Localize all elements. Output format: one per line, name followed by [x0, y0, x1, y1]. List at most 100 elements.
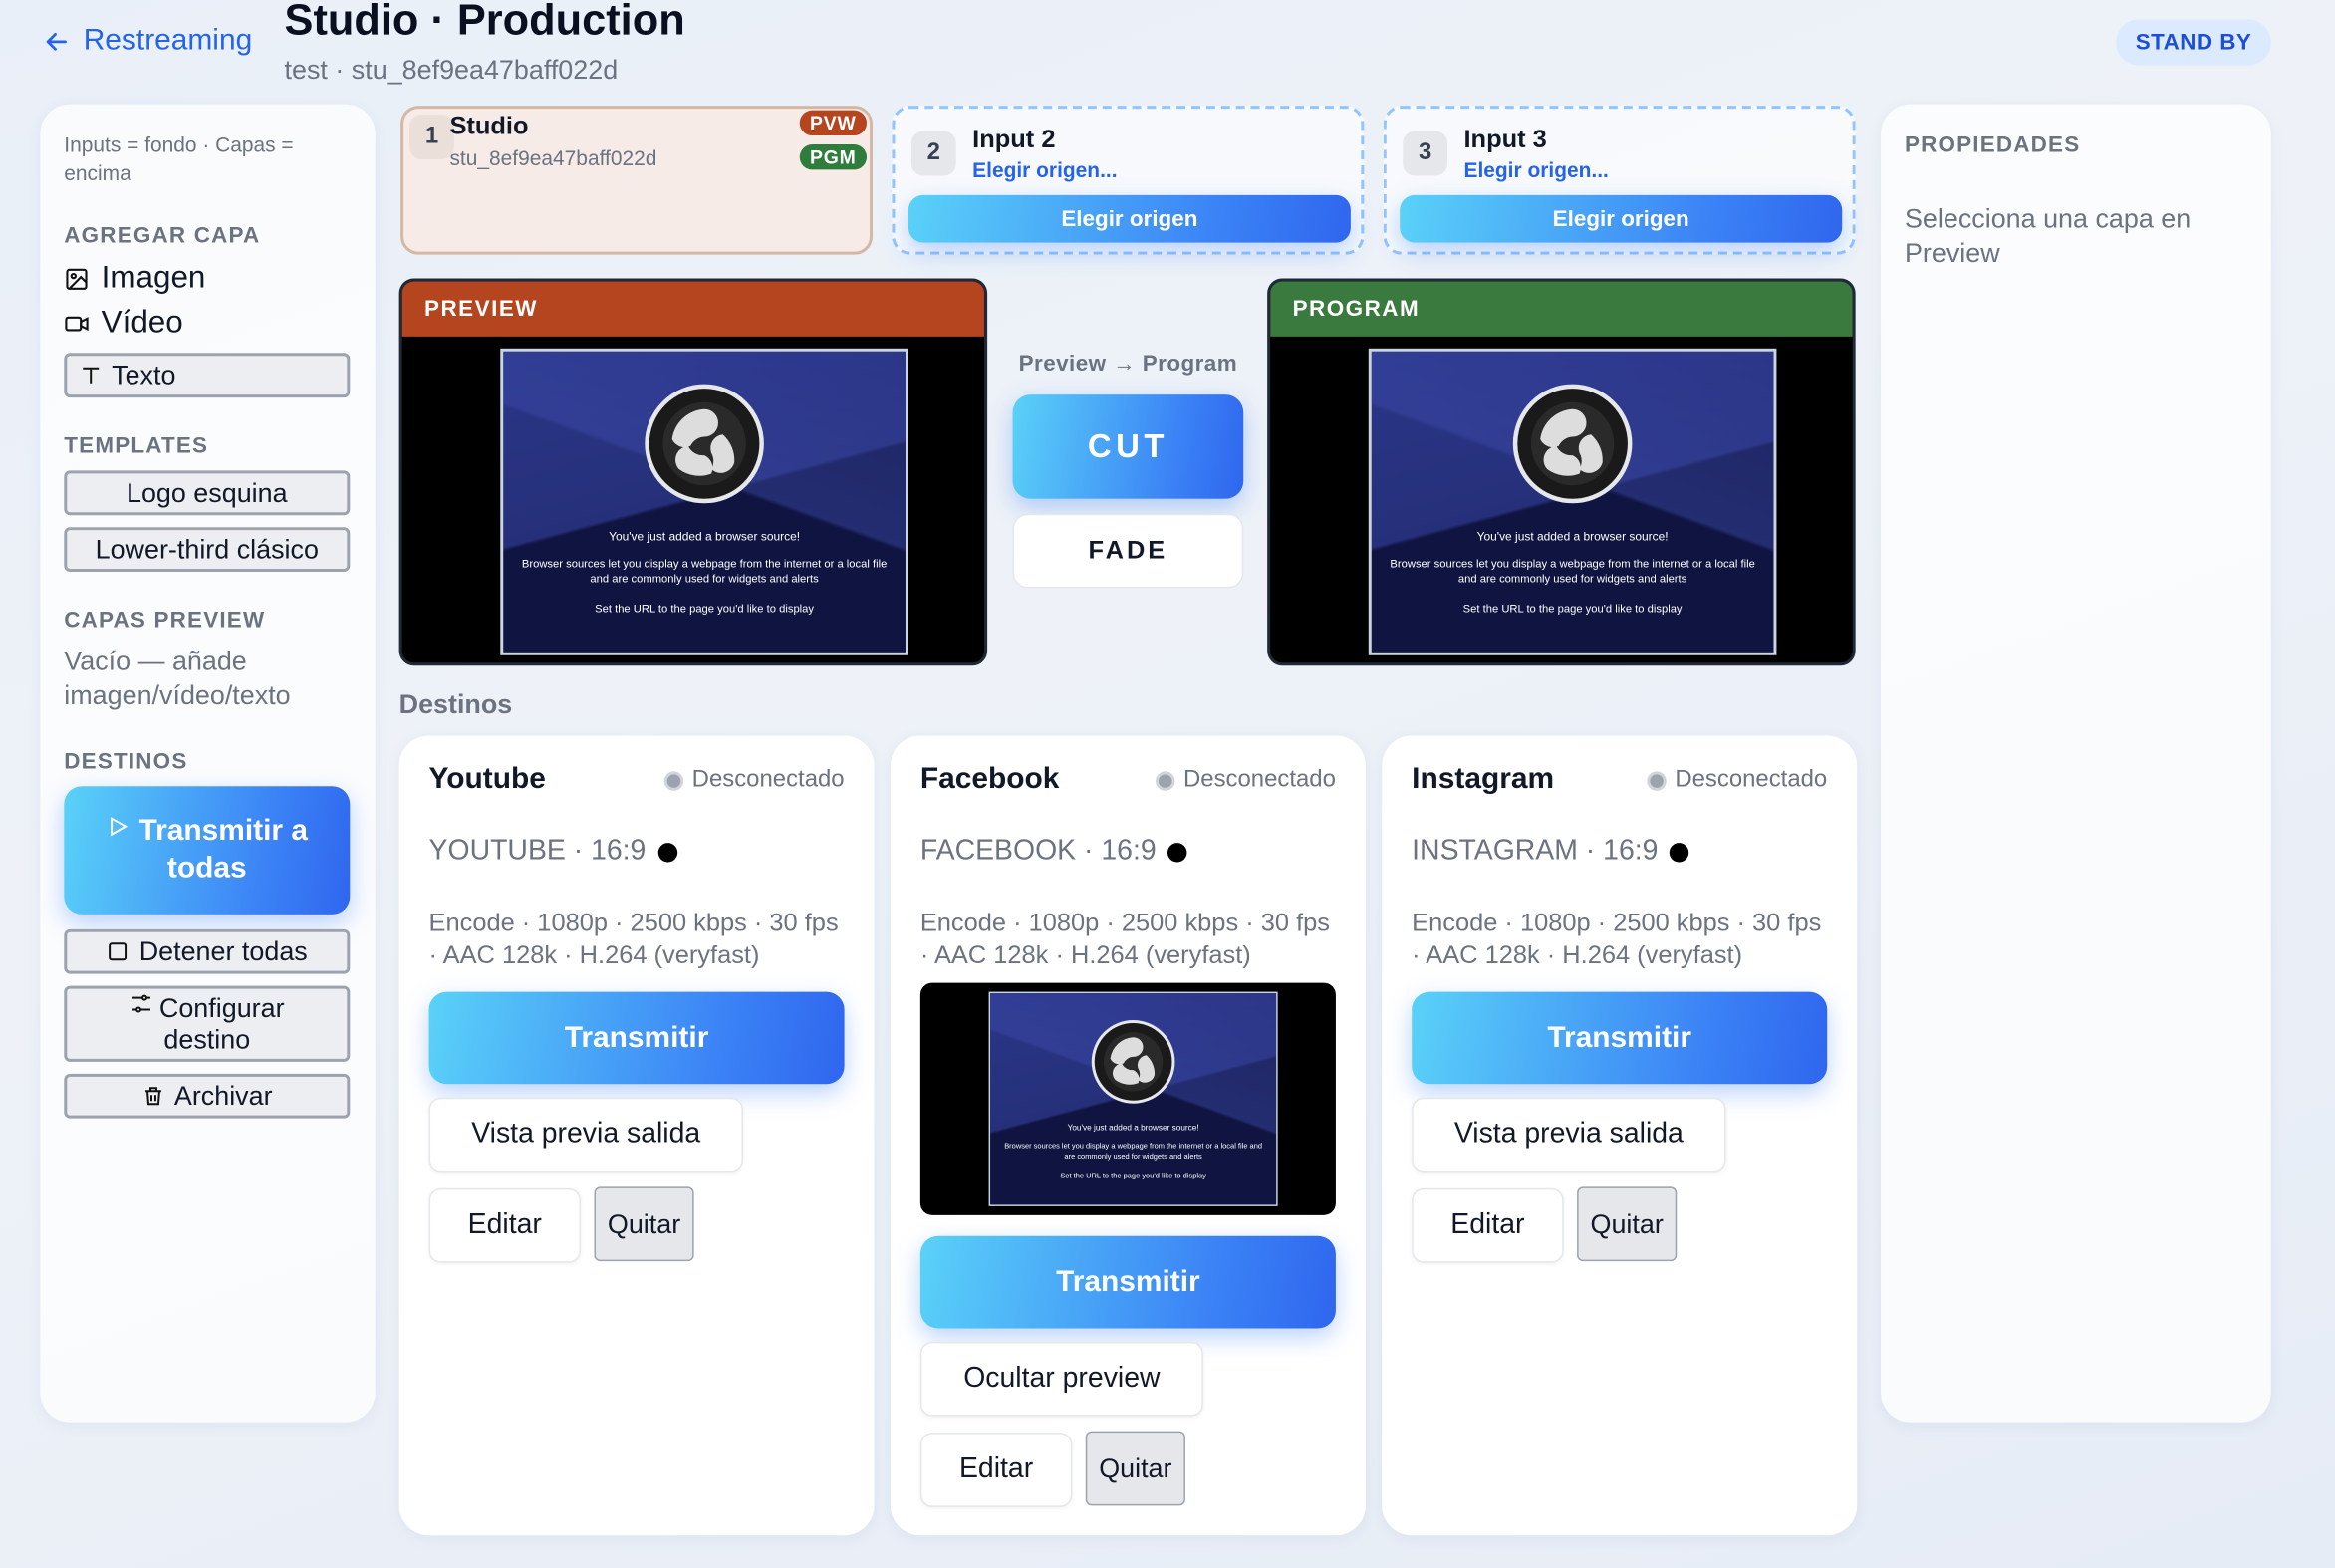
- arrow-left-icon: [46, 32, 67, 50]
- pvw-tag: PVW: [799, 110, 868, 136]
- destination-encode: Encode · 1080p · 2500 kbps · 30 fps · AA…: [1412, 908, 1822, 970]
- output-preview-screen: You've just added a browser source! Brow…: [988, 991, 1278, 1206]
- text-icon: [83, 367, 100, 384]
- program-header: PROGRAM: [1270, 281, 1853, 337]
- program-line-2: Browser sources let you display a webpag…: [1390, 557, 1755, 585]
- properties-empty-text: Selecciona una capa en Preview: [1904, 203, 2192, 269]
- video-icon: [65, 315, 89, 331]
- preview-line-2: Browser sources let you display a webpag…: [521, 557, 888, 585]
- preview-line-3: Set the URL to the page you'd like to di…: [595, 601, 815, 616]
- transmit-button[interactable]: Transmitir: [428, 991, 845, 1085]
- destinations-heading: Destinos: [398, 689, 513, 720]
- app-root: Restreaming Studio · Production test · s…: [0, 0, 2335, 1568]
- archive-label: Archivar: [173, 1080, 273, 1111]
- pgm-tag: PGM: [799, 144, 868, 170]
- destination-format: YOUTUBE · 16:9: [429, 836, 677, 869]
- page-subtitle: test · stu_8ef9ea47baff022d: [284, 55, 619, 86]
- archive-button[interactable]: Archivar: [64, 1073, 351, 1119]
- add-layer-title: AGREGAR CAPA: [64, 223, 261, 249]
- destination-format: INSTAGRAM · 16:9: [1412, 836, 1689, 869]
- obs-logo-icon: [645, 384, 764, 504]
- input-card-2[interactable]: 2 Input 2 Elegir origen... Elegir origen: [892, 106, 1365, 255]
- destination-encode: Encode · 1080p · 2500 kbps · 30 fps · AA…: [919, 908, 1330, 970]
- output-preview-button[interactable]: Vista previa salida: [1412, 1097, 1726, 1173]
- templates-title: TEMPLATES: [64, 433, 209, 459]
- template-logo-button[interactable]: Logo esquina: [64, 470, 351, 516]
- edit-button[interactable]: Editar: [1412, 1187, 1564, 1263]
- color-dot-icon: [1168, 842, 1188, 862]
- fade-button[interactable]: FADE: [1012, 513, 1244, 589]
- broadcast-all-button[interactable]: Transmitir a todas: [64, 786, 351, 915]
- preview-monitor: PREVIEW You've just added a browser sour…: [398, 278, 988, 666]
- back-link[interactable]: Restreaming: [42, 24, 252, 58]
- add-video-label: Vídeo: [101, 305, 183, 340]
- sliders-icon: [131, 994, 150, 1013]
- remove-button[interactable]: Quitar: [1085, 1431, 1185, 1506]
- broadcast-all-label: Transmitir a todas: [97, 813, 317, 888]
- layers-hint: Inputs = fondo · Capas = encima: [64, 132, 294, 185]
- input-card-3[interactable]: 3 Input 3 Elegir origen... Elegir origen: [1383, 106, 1856, 255]
- obs-logo-icon: [1512, 384, 1633, 504]
- choose-source-button[interactable]: Elegir origen: [1400, 194, 1843, 243]
- color-dot-icon: [657, 842, 677, 862]
- preview-line-1: You've just added a browser source!: [609, 530, 801, 544]
- play-icon: [111, 816, 129, 837]
- trash-icon: [144, 1087, 161, 1106]
- destination-encode: Encode · 1080p · 2500 kbps · 30 fps · AA…: [428, 908, 839, 970]
- input-number: 3: [1403, 131, 1448, 176]
- remove-button[interactable]: Quitar: [1577, 1186, 1678, 1262]
- properties-title: PROPIEDADES: [1904, 132, 2081, 158]
- cut-button[interactable]: CUT: [1012, 394, 1244, 499]
- add-video-button[interactable]: Vídeo: [64, 305, 352, 341]
- input-title: Input 2: [972, 125, 1056, 153]
- remove-button[interactable]: Quitar: [594, 1186, 694, 1262]
- stop-all-button[interactable]: Detener todas: [64, 928, 351, 974]
- destination-format: FACEBOOK · 16:9: [920, 836, 1188, 869]
- edit-button[interactable]: Editar: [428, 1187, 582, 1263]
- program-monitor: PROGRAM You've just added a browser sour…: [1267, 278, 1856, 666]
- input-subtitle: stu_8ef9ea47baff022d: [449, 145, 657, 170]
- status-dot-icon: [1646, 770, 1667, 791]
- destination-card-youtube: Youtube Desconectado YOUTUBE · 16:9 Enco…: [398, 735, 875, 1536]
- configure-destination-button[interactable]: Configurar destino: [64, 985, 351, 1062]
- destination-card-facebook: Facebook Desconectado FACEBOOK · 16:9 En…: [890, 735, 1366, 1536]
- destination-name: Facebook: [919, 762, 1060, 796]
- choose-source-link[interactable]: Elegir origen...: [1463, 157, 1608, 181]
- output-line-2: Browser sources let you display a webpag…: [1004, 1142, 1263, 1162]
- transmit-button[interactable]: Transmitir: [1412, 991, 1828, 1085]
- status-badge: STAND BY: [2116, 19, 2271, 66]
- layers-empty-text: Vacío — añade imagen/vídeo/texto: [64, 646, 291, 711]
- square-icon: [109, 942, 128, 961]
- destinations-title: DESTINOS: [64, 748, 188, 775]
- input-number: 1: [409, 115, 454, 159]
- output-preview-button[interactable]: Vista previa salida: [428, 1097, 743, 1173]
- color-dot-icon: [1670, 842, 1689, 862]
- left-sidebar: Inputs = fondo · Capas = encima AGREGAR …: [40, 104, 376, 1423]
- hide-preview-button[interactable]: Ocultar preview: [919, 1341, 1203, 1417]
- program-line-3: Set the URL to the page you'd like to di…: [1462, 601, 1683, 616]
- add-text-button[interactable]: Texto: [64, 353, 351, 398]
- choose-source-button[interactable]: Elegir origen: [908, 194, 1351, 243]
- destination-status: Desconectado: [1646, 767, 1827, 794]
- input-title: Studio: [449, 112, 529, 140]
- output-line-3: Set the URL to the page you'd like to di…: [1060, 1172, 1206, 1181]
- edit-button[interactable]: Editar: [919, 1433, 1073, 1507]
- page-title: Studio · Production: [284, 0, 685, 45]
- configure-destination-label: Configurar destino: [97, 992, 317, 1056]
- destination-name: Youtube: [428, 762, 546, 796]
- image-icon: [66, 267, 88, 290]
- template-lower-third-button[interactable]: Lower-third clásico: [64, 527, 351, 573]
- destination-name: Instagram: [1412, 762, 1555, 796]
- input-title: Input 3: [1463, 125, 1547, 153]
- transmit-button[interactable]: Transmitir: [919, 1235, 1336, 1329]
- choose-source-link[interactable]: Elegir origen...: [972, 157, 1117, 181]
- input-card-1[interactable]: 1 Studio stu_8ef9ea47baff022d PVW PGM: [400, 106, 874, 255]
- add-text-label: Texto: [112, 360, 176, 390]
- status-dot-icon: [1155, 770, 1175, 791]
- add-image-button[interactable]: Imagen: [64, 261, 352, 297]
- destination-status: Desconectado: [1155, 767, 1336, 794]
- output-line-1: You've just added a browser source!: [1067, 1124, 1199, 1134]
- output-preview: You've just added a browser source! Brow…: [919, 982, 1336, 1215]
- destination-card-instagram: Instagram Desconectado INSTAGRAM · 16:9 …: [1382, 735, 1858, 1536]
- transition-controls: Preview → Program CUT FADE: [1012, 352, 1244, 589]
